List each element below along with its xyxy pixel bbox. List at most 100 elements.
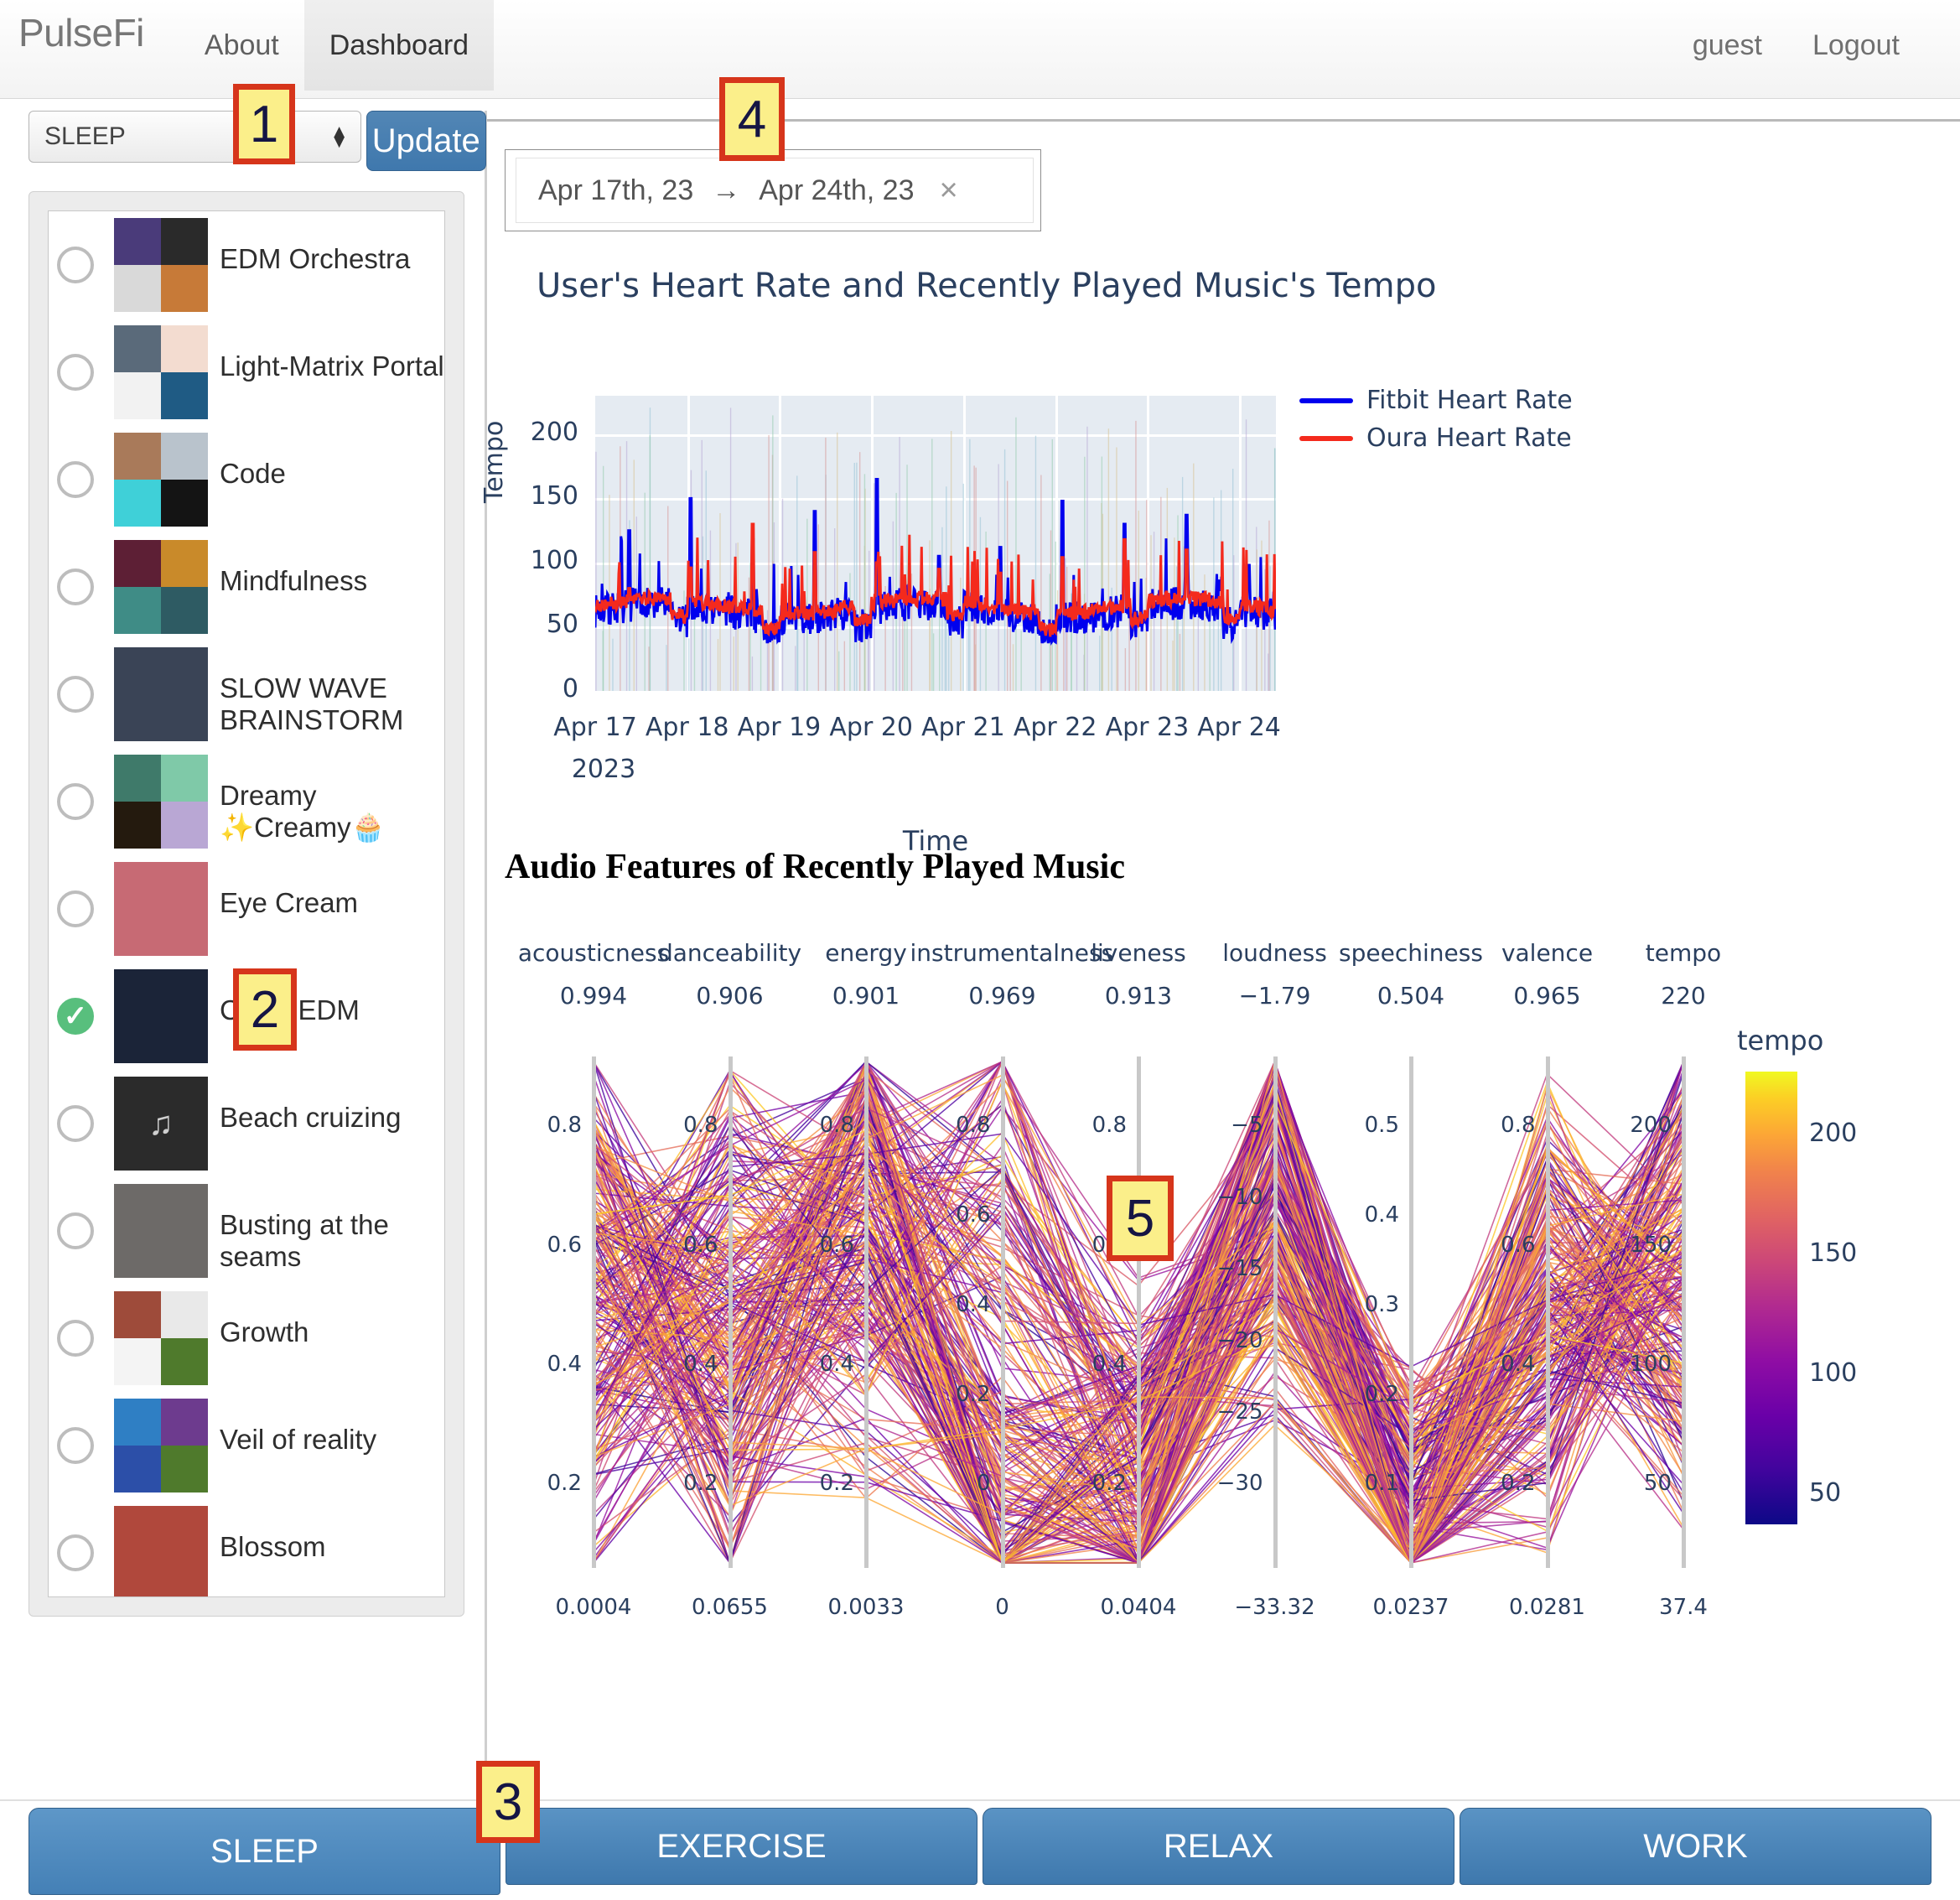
playlist-album-art (114, 1291, 208, 1385)
album-art-tile (161, 265, 208, 312)
playlist-item[interactable]: Growth (49, 1285, 444, 1392)
playlist-radio-icon[interactable] (57, 1320, 94, 1357)
playlist-radio-icon[interactable] (57, 1212, 94, 1249)
album-art-tile (161, 218, 208, 265)
pc-axis-danceability[interactable] (728, 1056, 733, 1568)
pc-axis-valence[interactable] (1545, 1056, 1550, 1568)
album-art-tile (161, 540, 208, 587)
pc-tick-label: 0.2 (1364, 1381, 1399, 1407)
pc-tick-label: 0.6 (1501, 1232, 1536, 1258)
pc-axis-instrumentalness[interactable] (1000, 1056, 1005, 1568)
playlist-item[interactable]: Blossom (49, 1499, 444, 1596)
tab-exercise[interactable]: EXERCISE (506, 1808, 977, 1885)
pc-tick-label: 0.2 (956, 1381, 991, 1407)
pc-tick-label: 0.4 (956, 1291, 991, 1317)
colorbar-gradient (1745, 1072, 1797, 1524)
pc-tick-label: 0.6 (683, 1232, 718, 1258)
pc-dim-name: tempo (1645, 939, 1722, 967)
nav-logout[interactable]: Logout (1787, 0, 1925, 91)
playlist-item[interactable]: Code (49, 426, 444, 533)
legend-item-fitbit[interactable]: Fitbit Heart Rate (1299, 386, 1573, 415)
playlist-album-art (114, 1184, 208, 1278)
heart-rate-x-subtick: 2023 (571, 755, 636, 784)
playlist-radio-checked-icon[interactable] (57, 998, 94, 1035)
date-range-end[interactable]: Apr 24th, 23 (759, 174, 914, 207)
album-art-tile (114, 540, 161, 587)
y-tick-label: 200 (530, 417, 578, 447)
tab-relax[interactable]: RELAX (983, 1808, 1454, 1885)
heart-rate-chart[interactable]: User's Heart Rate and Recently Played Mu… (480, 252, 1960, 857)
nav-user-guest[interactable]: guest (1667, 0, 1787, 91)
pc-tick-label: 0.5 (1364, 1113, 1399, 1139)
playlist-item[interactable]: SLOW WAVE BRAINSTORM (49, 641, 444, 748)
tab-sleep[interactable]: SLEEP (29, 1808, 500, 1895)
annotation-badge-3: 3 (476, 1761, 540, 1843)
playlist-item[interactable]: Busting at the seams (49, 1177, 444, 1285)
legend-swatch-fitbit (1299, 397, 1353, 403)
playlist-radio-icon[interactable] (57, 1534, 94, 1571)
nav-link-about[interactable]: About (179, 0, 304, 91)
playlist-radio-icon[interactable] (57, 1427, 94, 1464)
app-brand[interactable]: PulseFi (0, 0, 144, 52)
y-tick-label: 100 (530, 545, 578, 575)
playlist-item-label: Beach cruizing (220, 1102, 402, 1133)
playlist-radio-icon[interactable] (57, 890, 94, 927)
update-button[interactable]: Update (366, 111, 486, 171)
pc-tick-label: −15 (1216, 1256, 1263, 1282)
pc-axis-energy[interactable] (864, 1056, 869, 1568)
pc-axis-liveness[interactable] (1137, 1056, 1141, 1568)
playlist-radio-icon[interactable] (57, 247, 94, 283)
album-art-tile (161, 802, 208, 849)
playlist-radio-icon[interactable] (57, 783, 94, 820)
playlist-album-art (114, 325, 208, 419)
playlist-item[interactable]: EDM Orchestra (49, 211, 444, 319)
playlist-radio-icon[interactable] (57, 568, 94, 605)
nav-right: guest Logout (1667, 0, 1960, 91)
pc-tick-label: 0.4 (683, 1352, 718, 1378)
heart-rate-legend[interactable]: Fitbit Heart Rate Oura Heart Rate (1299, 386, 1573, 461)
playlist-radio-icon[interactable] (57, 1105, 94, 1142)
audio-features-chart[interactable]: Audio Features of Recently Played Music … (495, 847, 1960, 1620)
album-art-tile (114, 1338, 161, 1385)
playlist-item[interactable]: Eye Cream (49, 855, 444, 963)
colorbar-tick-label: 100 (1809, 1358, 1858, 1388)
nav-links: About Dashboard (179, 0, 495, 91)
date-range-picker[interactable]: Apr 17th, 23 → Apr 24th, 23 × (505, 149, 1041, 231)
playlist-list[interactable]: EDM Orchestra Light-Matrix Portal Code Mind… (48, 210, 445, 1597)
pc-axis-acousticness[interactable] (592, 1056, 596, 1568)
album-art-tile (114, 480, 161, 527)
pc-tick-label: 0.8 (547, 1113, 582, 1139)
album-art-tile (161, 1338, 208, 1385)
pc-tick-label: 0.6 (819, 1232, 854, 1258)
playlist-item[interactable]: Dreamy ✨Creamy🧁 (49, 748, 444, 855)
pc-axis-loudness[interactable] (1273, 1056, 1278, 1568)
playlist-item[interactable]: Light-Matrix Portal (49, 319, 444, 426)
album-art-tile (114, 372, 161, 419)
y-tick-label: 0 (562, 674, 578, 703)
legend-item-oura[interactable]: Oura Heart Rate (1299, 423, 1573, 453)
tab-work[interactable]: WORK (1460, 1808, 1931, 1885)
playlist-item[interactable]: ♫ Beach cruizing (49, 1070, 444, 1177)
pc-axis-tempo[interactable] (1682, 1056, 1686, 1568)
date-range-start[interactable]: Apr 17th, 23 (538, 174, 693, 207)
nav-link-dashboard[interactable]: Dashboard (303, 0, 495, 91)
pc-tick-label: 0.2 (683, 1471, 718, 1497)
pc-axis-speechiness[interactable] (1409, 1056, 1413, 1568)
playlist-album-art (114, 647, 208, 741)
pc-column-header: tempo 220 (1591, 939, 1776, 1010)
heart-rate-plot-area (595, 396, 1276, 691)
playlist-item[interactable]: Veil of reality (49, 1392, 444, 1499)
activity-select[interactable]: SLEEP ▲ ▼ (29, 111, 361, 163)
pc-tick-label: 0.8 (819, 1113, 854, 1139)
playlist-item[interactable]: Mindfulness (49, 533, 444, 641)
playlist-album-art (114, 218, 208, 312)
playlist-album-art (114, 540, 208, 634)
playlist-radio-icon[interactable] (57, 354, 94, 391)
playlist-radio-icon[interactable] (57, 676, 94, 713)
colorbar-title: tempo (1737, 1025, 1824, 1056)
colorbar-tick-label: 50 (1809, 1477, 1842, 1508)
playlist-radio-icon[interactable] (57, 461, 94, 498)
pc-tick-label: 0.2 (1501, 1471, 1536, 1497)
close-icon[interactable]: × (940, 173, 958, 209)
pc-tick-label: 0.4 (547, 1352, 582, 1378)
